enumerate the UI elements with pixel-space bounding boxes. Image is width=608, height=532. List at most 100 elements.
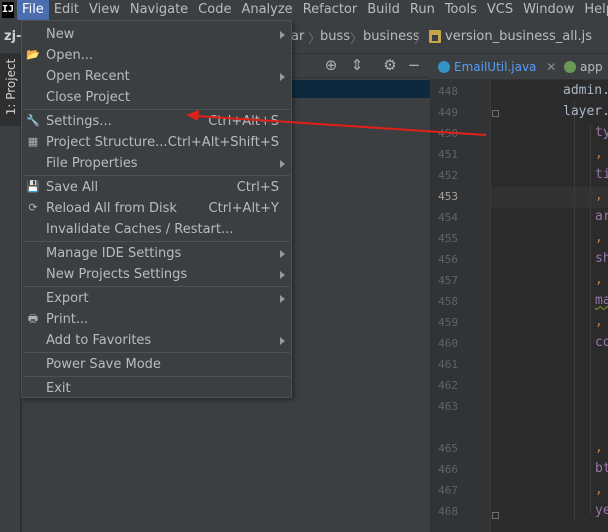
- menu-item-shortcut: Ctrl+S: [236, 180, 279, 195]
- menu-view[interactable]: View: [84, 0, 125, 20]
- fold-marker-icon[interactable]: [492, 512, 499, 519]
- menu-build[interactable]: Build: [362, 0, 405, 20]
- code-token[interactable]: ty: [595, 125, 608, 140]
- folder-open-icon: 📂: [26, 48, 40, 61]
- menu-item-save-all[interactable]: 💾 Save All Ctrl+S: [22, 177, 291, 198]
- line-number: 465: [438, 442, 458, 455]
- code-token[interactable]: bt: [595, 461, 608, 476]
- menu-item-open-recent[interactable]: Open Recent: [22, 66, 291, 87]
- menu-item-open[interactable]: 📂 Open...: [22, 45, 291, 66]
- menu-item-label: Print...: [46, 312, 89, 327]
- menu-tools[interactable]: Tools: [440, 0, 482, 20]
- code-token[interactable]: ,: [595, 146, 603, 161]
- menu-item-label: Export: [46, 291, 89, 306]
- menu-item-export[interactable]: Export: [22, 288, 291, 309]
- line-number: 459: [438, 316, 458, 329]
- code-token[interactable]: sh: [595, 251, 608, 266]
- submenu-arrow-icon: [280, 250, 285, 258]
- breadcrumb-item[interactable]: ar: [291, 29, 304, 44]
- menu-separator: [23, 376, 290, 377]
- line-number: 462: [438, 379, 458, 392]
- menu-item-new[interactable]: New: [22, 24, 291, 45]
- menu-analyze[interactable]: Analyze: [236, 0, 297, 20]
- editor-tabs: EmailUtil.java ✕ app: [430, 54, 608, 80]
- menu-item-manage-ide-settings[interactable]: Manage IDE Settings: [22, 243, 291, 264]
- menu-item-power-save-mode[interactable]: Power Save Mode: [22, 354, 291, 375]
- line-number: 452: [438, 169, 458, 182]
- tab-app[interactable]: app: [564, 54, 603, 80]
- code-token[interactable]: ,: [595, 440, 603, 455]
- code-token[interactable]: ma: [595, 293, 608, 308]
- menu-item-label: Open Recent: [46, 69, 130, 84]
- code-token[interactable]: ,: [595, 230, 603, 245]
- line-number: 466: [438, 463, 458, 476]
- locate-target-icon[interactable]: ⊕: [322, 56, 340, 74]
- line-number: 457: [438, 274, 458, 287]
- menu-item-label: Settings...: [46, 114, 112, 129]
- submenu-arrow-icon: [280, 337, 285, 345]
- menu-item-exit[interactable]: Exit: [22, 378, 291, 399]
- menu-separator: [23, 286, 290, 287]
- indent-guide: [590, 124, 591, 514]
- fold-marker-icon[interactable]: [492, 110, 499, 117]
- hide-panel-icon[interactable]: −: [405, 56, 423, 74]
- submenu-arrow-icon: [280, 73, 285, 81]
- line-number: 460: [438, 337, 458, 350]
- menu-vcs[interactable]: VCS: [482, 0, 518, 20]
- menu-item-new-projects-settings[interactable]: New Projects Settings: [22, 264, 291, 285]
- submenu-arrow-icon: [280, 31, 285, 39]
- menu-refactor[interactable]: Refactor: [298, 0, 363, 20]
- menu-separator: [23, 109, 290, 110]
- menu-navigate[interactable]: Navigate: [125, 0, 193, 20]
- breadcrumb-file[interactable]: version_business_all.js: [445, 29, 592, 44]
- menu-run[interactable]: Run: [405, 0, 440, 20]
- menu-item-label: Close Project: [46, 90, 131, 105]
- code-token[interactable]: ye: [595, 503, 608, 518]
- collapse-all-icon[interactable]: ⇕: [348, 56, 366, 74]
- menu-help[interactable]: Help: [579, 0, 608, 20]
- breadcrumb-item[interactable]: business: [363, 29, 420, 44]
- menu-separator: [23, 241, 290, 242]
- code-token[interactable]: ar: [595, 209, 608, 224]
- gutter-divider: [490, 80, 491, 532]
- line-number: 449: [438, 106, 458, 119]
- menu-code[interactable]: Code: [193, 0, 236, 20]
- code-token[interactable]: ti: [595, 167, 608, 182]
- menu-item-invalidate-caches[interactable]: Invalidate Caches / Restart...: [22, 219, 291, 240]
- code-token[interactable]: ,: [595, 482, 603, 497]
- menu-separator: [23, 175, 290, 176]
- code-token[interactable]: ,: [595, 188, 603, 203]
- menu-item-label: Project Structure...: [46, 135, 168, 150]
- submenu-arrow-icon: [280, 160, 285, 168]
- tab-label: app: [580, 60, 603, 74]
- menu-item-close-project[interactable]: Close Project: [22, 87, 291, 108]
- tab-emailutil[interactable]: EmailUtil.java ✕: [438, 54, 556, 80]
- close-icon[interactable]: ✕: [546, 60, 556, 74]
- line-number: 448: [438, 85, 458, 98]
- breadcrumb-item[interactable]: buss: [320, 29, 350, 44]
- menu-item-project-structure[interactable]: ▦ Project Structure... Ctrl+Alt+Shift+S: [22, 132, 291, 153]
- line-number: 451: [438, 148, 458, 161]
- menu-item-label: Invalidate Caches / Restart...: [46, 222, 234, 237]
- menu-item-reload-all[interactable]: ⟳ Reload All from Disk Ctrl+Alt+Y: [22, 198, 291, 219]
- menu-file[interactable]: File: [17, 0, 49, 20]
- menu-edit[interactable]: Edit: [49, 0, 84, 20]
- code-token[interactable]: co: [595, 335, 608, 350]
- menu-window[interactable]: Window: [518, 0, 579, 20]
- indent-guide: [574, 100, 575, 520]
- menu-item-file-properties[interactable]: File Properties: [22, 153, 291, 174]
- code-token[interactable]: ,: [595, 314, 603, 329]
- code-token[interactable]: layer.: [563, 104, 608, 119]
- line-number: 463: [438, 400, 458, 413]
- code-token[interactable]: admin.: [563, 83, 608, 98]
- menu-item-add-to-favorites[interactable]: Add to Favorites: [22, 330, 291, 351]
- gear-icon[interactable]: ⚙: [381, 56, 399, 74]
- menu-item-label: Exit: [46, 381, 71, 396]
- breadcrumb-separator-icon: 〉: [414, 32, 428, 47]
- menu-item-settings[interactable]: 🔧 Settings... Ctrl+Alt+S: [22, 111, 291, 132]
- menubar: IJ File Edit View Navigate Code Analyze …: [0, 0, 608, 20]
- spring-icon: [564, 61, 576, 73]
- menu-item-label: New Projects Settings: [46, 267, 188, 282]
- code-token[interactable]: ,: [595, 272, 603, 287]
- menu-item-print[interactable]: 🖶 Print...: [22, 309, 291, 330]
